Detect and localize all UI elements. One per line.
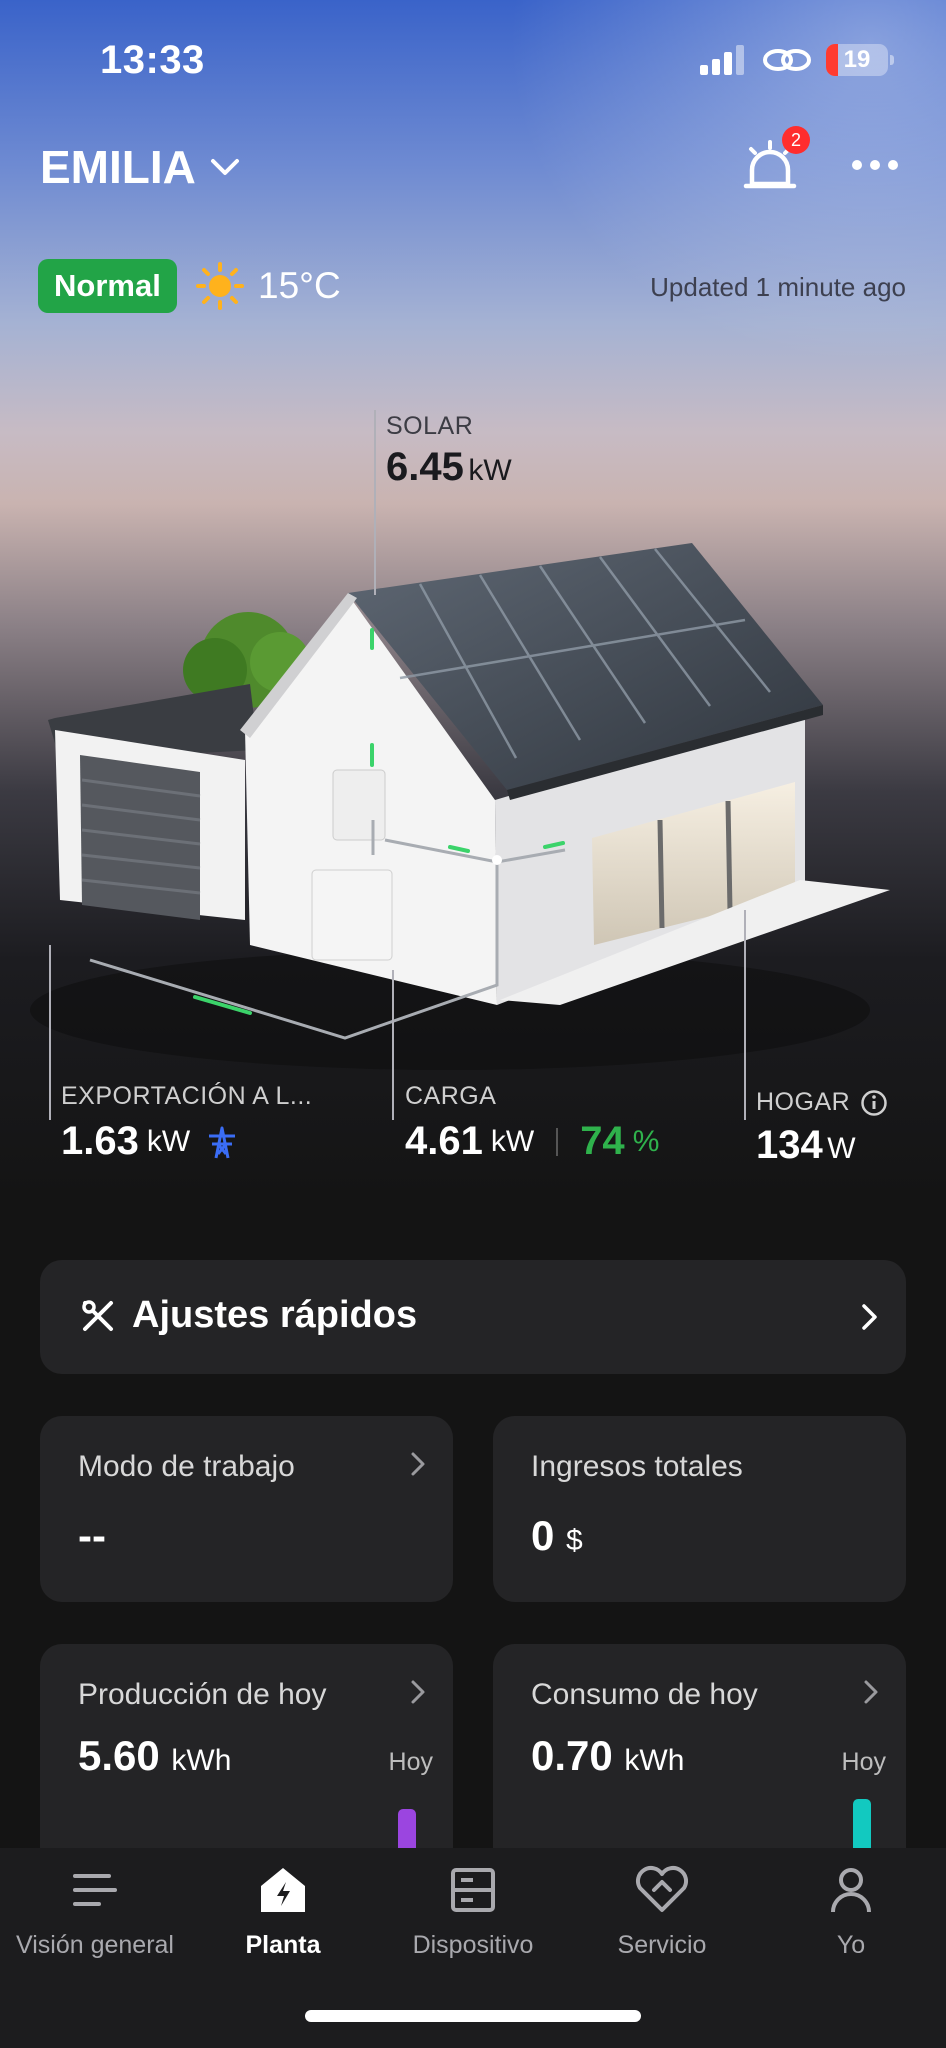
charge-label: CARGA (405, 1082, 497, 1110)
device-icon (451, 1868, 495, 1912)
charge-value: 4.61 (405, 1119, 483, 1163)
tab-service-label: Servicio (617, 1931, 707, 1959)
status-badge: Normal (38, 259, 177, 313)
total-income-title: Ingresos totales (531, 1450, 743, 1483)
divider (556, 1127, 559, 1156)
overview-icon (73, 1874, 117, 1906)
tab-service[interactable]: Servicio (567, 1864, 757, 1960)
production-today-value: 5.60 (78, 1732, 160, 1779)
battery-icon: 19 (826, 44, 894, 76)
work-mode-title: Modo de trabajo (78, 1450, 295, 1483)
total-income-value: 0 (531, 1512, 555, 1559)
plant-name: EMILIA (40, 141, 196, 193)
battery-soc-unit: % (632, 1124, 660, 1158)
consumption-today-unit: kWh (624, 1744, 685, 1777)
consumption-today-value: 0.70 (531, 1732, 613, 1779)
service-icon (636, 1866, 688, 1912)
chevron-right-icon (411, 1452, 425, 1476)
home-flow[interactable]: HOGAR 134 W (756, 1088, 888, 1168)
house-illustration (30, 410, 890, 1120)
tab-me[interactable]: Yo (756, 1864, 946, 1960)
production-today-unit: kWh (171, 1744, 232, 1777)
updated-time: Updated 1 minute ago (650, 272, 906, 302)
solar-label: SOLAR (386, 412, 474, 440)
weather: 15°C (196, 262, 341, 310)
consumption-today-title: Consumo de hoy (531, 1678, 758, 1711)
export-flow[interactable]: EXPORTACIÓN A L... 1.63 kW (61, 1082, 312, 1164)
status-time: 13:33 (100, 38, 205, 82)
plant-selector[interactable]: EMILIA (40, 140, 240, 194)
tab-device[interactable]: Dispositivo (378, 1864, 568, 1960)
home-indicator (305, 2010, 641, 2022)
export-value: 1.63 (61, 1119, 139, 1163)
tab-device-label: Dispositivo (412, 1931, 534, 1959)
charge-flow[interactable]: CARGA 4.61 kW 74 % (405, 1082, 659, 1164)
tools-icon (82, 1300, 113, 1331)
signal-icon (700, 45, 744, 75)
temperature: 15°C (258, 265, 341, 306)
quick-settings-button[interactable]: Ajustes rápidos (40, 1260, 906, 1374)
consumption-value-row: 0.70 kWh (531, 1732, 684, 1780)
consumption-bar-label: Hoy (841, 1748, 886, 1776)
production-value-row: 5.60 kWh (78, 1732, 231, 1780)
chevron-right-icon (411, 1680, 425, 1704)
home-unit: W (827, 1132, 856, 1165)
tab-overview[interactable]: Visión general (0, 1864, 190, 1960)
solar-value: 6.45 (386, 445, 464, 489)
notification-badge: 2 (782, 126, 810, 154)
home-value: 134 (756, 1123, 823, 1167)
chevron-right-icon (864, 1680, 878, 1704)
plant-icon (261, 1868, 305, 1912)
alarm-button[interactable]: 2 (742, 126, 810, 199)
solar-flow: SOLAR 6.45 kW (386, 412, 512, 490)
info-icon (861, 1089, 887, 1116)
grid-tower-icon (209, 1126, 236, 1158)
production-today-title: Producción de hoy (78, 1678, 327, 1711)
consumption-today-card[interactable]: Consumo de hoy 0.70 kWh Hoy (493, 1644, 906, 1874)
sun-icon (196, 262, 244, 310)
total-income-value-row: 0 $ (531, 1512, 583, 1560)
status-icons: 19 (700, 44, 894, 76)
chevron-down-icon (210, 159, 239, 175)
total-income-unit: $ (566, 1524, 583, 1557)
more-options-icon[interactable] (852, 160, 898, 170)
charge-unit: kW (490, 1124, 535, 1158)
solar-unit: kW (468, 454, 512, 487)
consumption-bar (853, 1799, 871, 1854)
link-icon (763, 49, 811, 71)
tab-overview-label: Visión general (16, 1931, 174, 1959)
tab-plant-label: Planta (245, 1931, 321, 1959)
battery-soc: 74 (580, 1119, 625, 1163)
work-mode-value: -- (78, 1512, 106, 1559)
export-label: EXPORTACIÓN A L... (61, 1082, 313, 1110)
production-today-card[interactable]: Producción de hoy 5.60 kWh Hoy (40, 1644, 453, 1874)
tab-me-label: Yo (836, 1931, 866, 1959)
export-unit: kW (146, 1124, 191, 1158)
total-income-card: Ingresos totales 0 $ (493, 1416, 906, 1602)
quick-settings-label: Ajustes rápidos (132, 1294, 418, 1336)
production-bar-label: Hoy (388, 1748, 433, 1776)
chevron-right-icon (862, 1304, 877, 1330)
tab-plant[interactable]: Planta (188, 1864, 378, 1960)
user-icon (831, 1868, 871, 1913)
work-mode-card[interactable]: Modo de trabajo -- (40, 1416, 453, 1602)
home-label: HOGAR (756, 1088, 851, 1116)
